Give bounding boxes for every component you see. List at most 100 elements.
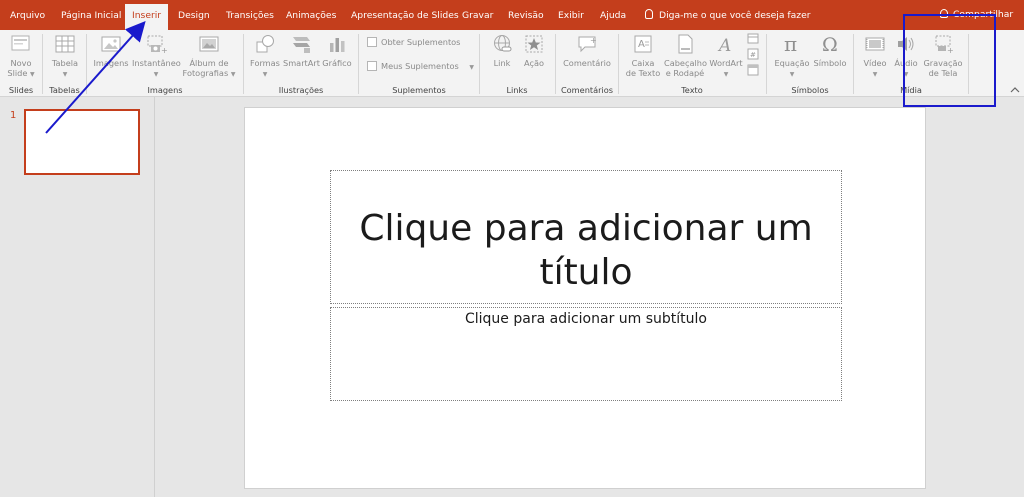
- svg-text:+: +: [947, 46, 954, 55]
- group-label-links: Links: [506, 85, 528, 95]
- text-box-label-2: de Texto: [625, 68, 661, 78]
- speaker-icon: [898, 37, 914, 51]
- group-label-imagens: Imagens: [147, 85, 183, 95]
- addins-icon: [367, 61, 377, 71]
- new-slide-label-1: Novo: [10, 58, 32, 68]
- ribbon: Novo Slide ▼ Slides Tabela ▼ Tabelas Ima…: [0, 30, 1024, 97]
- header-footer-label-1: Cabeçalho: [664, 58, 707, 68]
- screenshot-button[interactable]: + Instantâneo ▼: [132, 33, 181, 80]
- tab-apresentacao-de-slides[interactable]: Apresentação de Slides: [351, 10, 459, 21]
- tab-arquivo[interactable]: Arquivo: [10, 10, 45, 21]
- header-footer-button[interactable]: Cabeçalho e Rodapé: [664, 33, 707, 78]
- slide-number-icon: #: [747, 48, 759, 60]
- thumbnail-number: 1: [10, 110, 17, 121]
- photo-album-label-1: Álbum de: [189, 58, 229, 68]
- smartart-button[interactable]: SmartArt: [283, 33, 320, 68]
- tab-transicoes[interactable]: Transições: [226, 10, 274, 21]
- wordart-button[interactable]: A WordArt ▼: [708, 33, 744, 80]
- pictures-label: Imagens: [93, 58, 129, 68]
- group-label-suplementos: Suplementos: [392, 85, 446, 95]
- tab-exibir[interactable]: Exibir: [558, 10, 584, 21]
- smartart-icon: [293, 37, 310, 53]
- subtitle-placeholder-text: Clique para adicionar um subtítulo: [464, 311, 707, 327]
- share-button[interactable]: Compartilhar: [940, 9, 1013, 20]
- chart-button[interactable]: Gráfico: [321, 33, 353, 68]
- tell-me-text: Diga-me o que você deseja fazer: [659, 10, 811, 21]
- slide-number-button[interactable]: #: [746, 48, 760, 62]
- chevron-down-icon: ▼: [153, 71, 159, 78]
- svg-text:Ω: Ω: [822, 34, 838, 55]
- shapes-button[interactable]: Formas ▼: [249, 33, 281, 80]
- group-label-ilustracoes: Ilustrações: [278, 85, 324, 95]
- table-button[interactable]: Tabela ▼: [49, 33, 81, 80]
- group-label-comentarios: Comentários: [560, 85, 614, 95]
- lightbulb-icon: [645, 9, 653, 19]
- chevron-down-icon: ▼: [872, 71, 878, 78]
- title-placeholder[interactable]: Clique para adicionar um título: [330, 170, 842, 304]
- action-label: Ação: [524, 58, 544, 68]
- link-label: Link: [493, 58, 511, 68]
- text-box-button[interactable]: A Caixa de Texto: [624, 33, 662, 78]
- link-button[interactable]: Link: [487, 33, 517, 68]
- title-placeholder-text: Clique para adicionar um título: [359, 208, 813, 293]
- share-label: Compartilhar: [953, 9, 1014, 20]
- date-time-button[interactable]: [746, 32, 760, 46]
- symbol-button[interactable]: Ω Símbolo: [812, 33, 848, 68]
- pi-icon: π: [784, 33, 797, 55]
- slide-thumbnail[interactable]: [24, 109, 140, 175]
- comment-button[interactable]: + Comentário: [561, 33, 613, 68]
- slide-canvas[interactable]: Clique para adicionar um título Clique p…: [244, 107, 926, 489]
- equation-button[interactable]: π Equação ▼: [773, 33, 811, 80]
- new-slide-button[interactable]: Novo Slide ▼: [6, 33, 36, 80]
- picture-icon: [101, 36, 121, 52]
- video-label: Vídeo: [863, 58, 887, 68]
- tab-gravar[interactable]: Gravar: [462, 10, 493, 21]
- group-label-texto: Texto: [681, 85, 703, 95]
- get-addins-button[interactable]: Obter Suplementos: [367, 37, 460, 47]
- text-box-icon: A: [634, 35, 652, 53]
- tell-me-search[interactable]: Diga-me o que você deseja fazer: [645, 9, 811, 21]
- shapes-icon: [256, 35, 274, 53]
- person-icon: [940, 9, 948, 18]
- slide-editor-area: Clique para adicionar um título Clique p…: [156, 97, 1024, 497]
- audio-button[interactable]: Áudio ▼: [892, 33, 920, 80]
- store-icon: [367, 37, 377, 47]
- svg-text:+: +: [590, 36, 597, 45]
- video-button[interactable]: Vídeo ▼: [861, 33, 889, 80]
- table-label: Tabela: [51, 58, 79, 68]
- chart-icon: [330, 38, 345, 52]
- tab-inserir[interactable]: Inserir: [125, 4, 169, 31]
- equation-label: Equação: [774, 58, 810, 68]
- object-button[interactable]: [746, 64, 760, 78]
- photo-album-icon: [199, 36, 219, 52]
- group-label-tabelas: Tabelas: [49, 85, 80, 95]
- pictures-button[interactable]: Imagens: [93, 33, 129, 68]
- tab-ajuda[interactable]: Ajuda: [600, 10, 626, 21]
- chevron-down-icon: ▼: [789, 71, 795, 78]
- ribbon-tab-bar: Arquivo Página Inicial Inserir Design Tr…: [0, 0, 1024, 31]
- chevron-down-icon: ▼: [62, 71, 68, 78]
- slide-thumbnail-pane: 1: [0, 97, 155, 497]
- collapse-ribbon-icon[interactable]: [1010, 86, 1020, 94]
- text-box-label-1: Caixa: [631, 58, 655, 68]
- photo-album-button[interactable]: Álbum de Fotografias ▼: [182, 33, 236, 80]
- action-button[interactable]: Ação: [520, 33, 548, 68]
- screen-recording-button[interactable]: + Gravação de Tela: [922, 33, 964, 78]
- chevron-down-icon: ▼: [29, 71, 35, 78]
- chevron-down-icon: ▼: [903, 71, 909, 78]
- subtitle-placeholder[interactable]: Clique para adicionar um subtítulo: [330, 307, 842, 401]
- new-slide-label-2: Slide: [7, 68, 28, 78]
- tab-animacoes[interactable]: Animações: [286, 10, 336, 21]
- table-icon: [55, 35, 75, 53]
- svg-text:A: A: [638, 39, 645, 50]
- tab-revisao[interactable]: Revisão: [508, 10, 544, 21]
- group-label-simbolos: Símbolos: [791, 85, 829, 95]
- screen-recording-icon: +: [935, 35, 954, 55]
- group-separator: [968, 34, 969, 94]
- my-addins-button[interactable]: Meus Suplementos ▼: [367, 61, 474, 71]
- screenshot-label: Instantâneo: [132, 58, 181, 68]
- tab-pagina-inicial[interactable]: Página Inicial: [61, 10, 121, 21]
- tab-design[interactable]: Design: [178, 10, 210, 21]
- symbol-label: Símbolo: [813, 58, 847, 68]
- group-label-slides: Slides: [8, 85, 34, 95]
